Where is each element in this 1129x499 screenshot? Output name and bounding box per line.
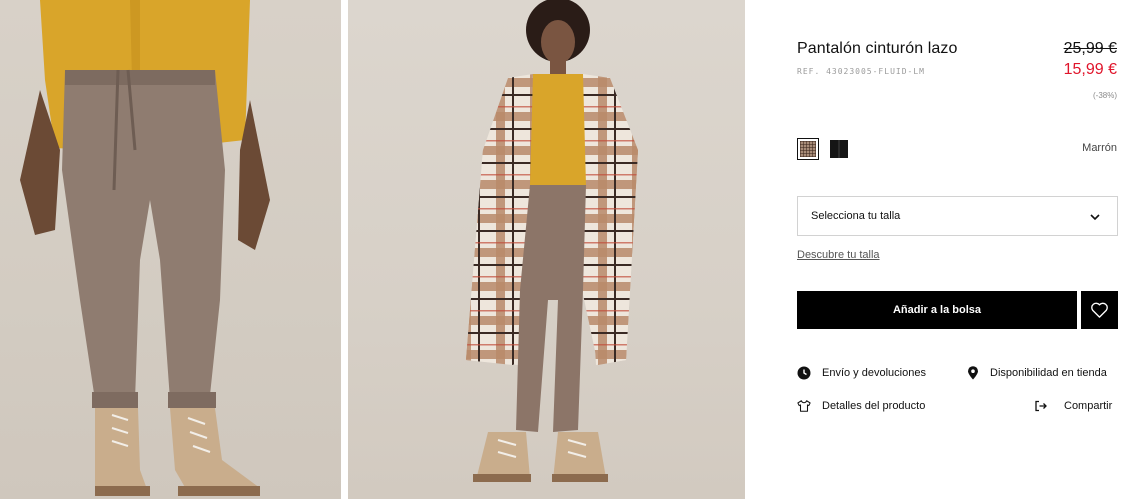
clock-icon xyxy=(797,366,811,380)
shipping-returns-label: Envío y devoluciones xyxy=(822,367,926,379)
product-photo-look[interactable] xyxy=(348,0,745,499)
size-select-label: Selecciona tu talla xyxy=(811,210,901,222)
original-price: 25,99 € xyxy=(1063,40,1117,57)
selected-color-name: Marrón xyxy=(1082,142,1117,154)
store-availability-link[interactable]: Disponibilidad en tienda xyxy=(966,366,1107,380)
color-swatch-black[interactable] xyxy=(828,138,850,160)
tshirt-icon xyxy=(797,400,811,412)
discount-badge: (-38%) xyxy=(1092,91,1117,100)
share-link[interactable]: Compartir xyxy=(1034,399,1112,413)
product-photo-front[interactable] xyxy=(0,0,341,499)
store-availability-label: Disponibilidad en tienda xyxy=(990,367,1107,379)
sale-price: 15,99 € xyxy=(1063,61,1117,78)
shipping-returns-link[interactable]: Envío y devoluciones xyxy=(797,366,926,380)
size-guide-link[interactable]: Descubre tu talla xyxy=(797,249,880,261)
heart-icon xyxy=(1091,302,1108,318)
share-label: Compartir xyxy=(1064,400,1113,412)
swatch-check-pattern xyxy=(800,141,816,157)
product-reference: REF. 43023005-FLUID-LM xyxy=(797,67,925,76)
product-title: Pantalón cinturón lazo xyxy=(797,40,958,57)
share-icon xyxy=(1035,400,1047,412)
product-details-label: Detalles del producto xyxy=(822,400,926,412)
color-swatch-check[interactable] xyxy=(797,138,819,160)
chevron-down-icon xyxy=(1090,214,1100,221)
map-pin-icon xyxy=(968,366,978,380)
add-to-bag-button[interactable]: Añadir a la bolsa xyxy=(797,291,1077,329)
size-select[interactable]: Selecciona tu talla xyxy=(797,196,1118,236)
product-details-link[interactable]: Detalles del producto xyxy=(797,399,925,413)
swatch-black-pattern xyxy=(830,140,848,158)
wishlist-button[interactable] xyxy=(1081,291,1118,329)
